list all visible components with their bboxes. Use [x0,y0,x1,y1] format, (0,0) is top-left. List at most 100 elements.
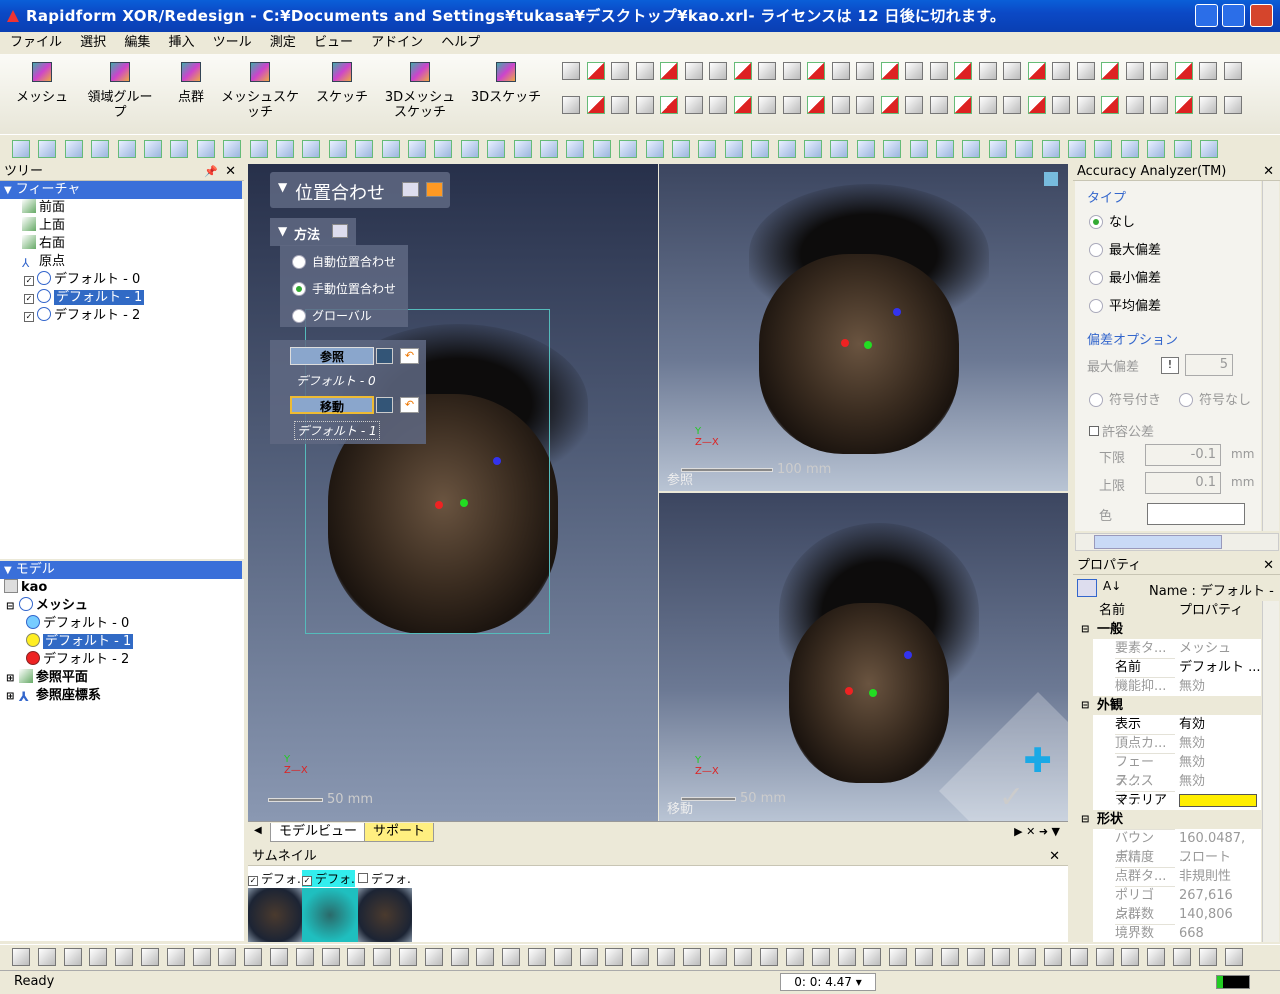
toolbar-icon[interactable] [355,140,374,158]
tree-item-default-1[interactable]: ✓ デフォルト - 1 [24,289,145,307]
tab-model-view[interactable]: モデルビュー [270,823,367,842]
feature-tool-icon[interactable] [758,96,776,114]
feature-tool-icon[interactable] [929,96,948,114]
selection-tool-icon[interactable] [89,948,108,966]
feature-tool-icon[interactable] [562,62,580,80]
ribbon-sketch-button[interactable]: スケッチ [310,58,374,105]
method-check-icon[interactable] [332,224,348,238]
toolbar-icon[interactable] [724,140,743,158]
ribbon-3d-sketch-button[interactable]: 3Dスケッチ [466,58,546,105]
selection-tool-icon[interactable] [734,948,753,966]
selection-tool-icon[interactable] [631,948,650,966]
upper-input[interactable]: 0.1 [1145,472,1221,494]
toolbar-icon[interactable] [936,140,954,158]
expand-view-icon[interactable] [1044,172,1058,186]
tree-item-top-plane[interactable]: 上面 [22,217,65,235]
selection-tool-icon[interactable] [12,948,30,966]
thumbnail-image[interactable] [358,888,412,942]
menu-edit[interactable]: 編集 [117,32,157,54]
toolbar-icon[interactable] [566,140,585,158]
panel-close-icon[interactable]: ✕ [1049,848,1060,866]
menu-file[interactable]: ファイル [0,32,69,54]
feature-tool-icon[interactable] [709,62,727,80]
sort-alpha-icon[interactable]: A↓ [1103,579,1121,593]
toolbar-icon[interactable] [12,140,30,158]
tab-support[interactable]: サポート [364,823,435,842]
panel-close-icon[interactable]: ✕ [225,163,236,181]
selection-tool-icon[interactable] [476,948,495,966]
menu-view[interactable]: ビュー [307,32,360,54]
thumbnail-1[interactable]: ✓ デフォ. [302,870,355,887]
ribbon-point-cloud-button[interactable]: 点群 [168,58,214,105]
scroll-left-icon[interactable]: ◀ [254,825,262,836]
selection-tool-icon[interactable] [399,948,417,966]
property-row[interactable]: 点群タ... 非規則性 [1075,867,1261,887]
property-group-header[interactable]: ⊟ 形状 [1075,810,1261,829]
unsigned-radio[interactable]: 符号なし [1179,389,1251,408]
feature-tool-icon[interactable] [709,96,727,114]
selection-tool-icon[interactable] [760,948,779,966]
toolbar-icon[interactable] [645,140,664,158]
feature-tool-icon[interactable] [684,62,703,80]
categorized-icon[interactable] [1077,579,1097,597]
selection-tool-icon[interactable] [192,948,211,966]
model-root[interactable]: kao [4,579,47,597]
tree-item-default-0[interactable]: ✓ デフォルト - 0 [24,271,140,289]
selection-tool-icon[interactable] [1121,948,1140,966]
menu-measure[interactable]: 測定 [263,32,303,54]
selection-tool-icon[interactable] [166,948,185,966]
property-row[interactable]: 点群数 140,806 [1075,905,1261,925]
reference-viewport[interactable]: Y Z—X 参照 100 mm [659,164,1068,491]
feature-tool-icon[interactable] [1199,62,1217,80]
selection-tool-icon[interactable] [553,948,572,966]
toolbar-icon[interactable] [487,140,506,158]
option-manual-align[interactable]: 手動位置合わせ [292,280,396,297]
signed-radio[interactable]: 符号付き [1089,389,1161,408]
feature-tool-icon[interactable] [660,96,678,114]
selection-tool-icon[interactable] [244,948,263,966]
selection-tool-icon[interactable] [811,948,830,966]
feature-tool-icon[interactable] [782,62,801,80]
model-ref-coord[interactable]: ⊞ ⅄ 参照座標系 [6,687,101,705]
toolbar-icon[interactable] [1094,140,1113,158]
toolbar-icon[interactable] [513,140,532,158]
toolbar-icon[interactable] [328,140,347,158]
panel-close-icon[interactable]: ✕ [1263,163,1274,181]
move-value[interactable]: デフォルト - 1 [294,421,380,440]
feature-tool-icon[interactable] [856,96,874,114]
minimize-button[interactable] [1195,4,1218,27]
selection-tool-icon[interactable] [605,948,624,966]
selection-tool-icon[interactable] [1224,948,1243,966]
selection-tool-icon[interactable] [1069,948,1088,966]
lower-input[interactable]: -0.1 [1145,444,1221,466]
selection-tool-icon[interactable] [1173,948,1191,966]
tree-item-front-plane[interactable]: 前面 [22,199,65,217]
thumbnail-image[interactable] [248,888,302,942]
feature-tool-icon[interactable] [978,62,997,80]
toolbar-icon[interactable] [302,140,321,158]
toolbar-icon[interactable] [38,140,57,158]
property-group-header[interactable]: ⊟ 外観 [1075,696,1261,715]
toolbar-icon[interactable] [276,140,294,158]
selection-tool-icon[interactable] [424,948,443,966]
toolbar-icon[interactable] [988,140,1007,158]
selection-tool-icon[interactable] [37,948,56,966]
selection-tool-icon[interactable] [63,948,82,966]
feature-tool-icon[interactable] [1101,96,1119,114]
feature-tool-icon[interactable] [1076,62,1095,80]
toolbar-icon[interactable] [1120,140,1139,158]
undo-icon[interactable]: ↶ [400,397,419,413]
feature-tool-icon[interactable] [954,62,972,80]
feature-tool-icon[interactable] [782,96,801,114]
selection-tool-icon[interactable] [966,948,985,966]
undo-icon[interactable]: ↶ [400,348,419,364]
pin-icon[interactable]: 📌 [204,163,218,181]
selection-tool-icon[interactable] [347,948,366,966]
toolbar-icon[interactable] [751,140,770,158]
feature-section-header[interactable]: ▼ フィーチャ [0,181,242,199]
toolbar-icon[interactable] [434,140,453,158]
feature-tool-icon[interactable] [684,96,703,114]
property-row[interactable]: 頂点カ... 無効 [1075,734,1261,754]
selection-tool-icon[interactable] [708,948,727,966]
selection-tool-icon[interactable] [321,948,340,966]
